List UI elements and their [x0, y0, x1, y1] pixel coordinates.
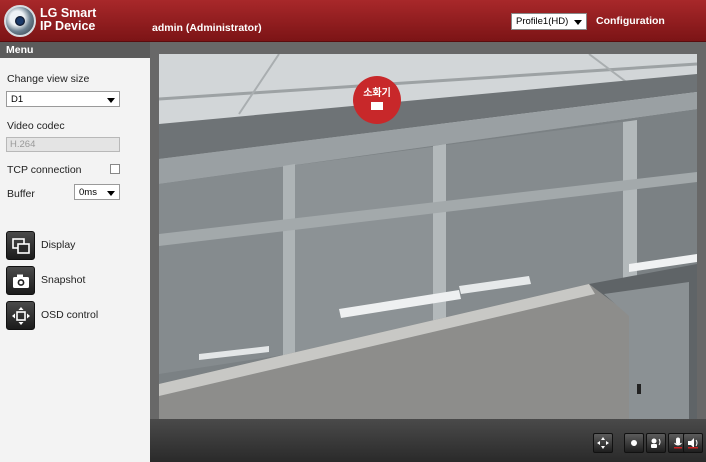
view-size-select[interactable]: D1 [6, 91, 120, 107]
buffer-select[interactable]: 0ms [74, 184, 120, 200]
speaker-button[interactable] [683, 433, 703, 453]
codec-label: Video codec [7, 120, 65, 132]
camera-scene: 소화기 [159, 54, 697, 461]
record-icon [631, 440, 637, 446]
view-size-label: Change view size [7, 73, 90, 85]
snapshot-button[interactable]: Snapshot [6, 266, 146, 296]
snapshot-label: Snapshot [41, 274, 86, 286]
video-control-bar [150, 419, 706, 462]
record-button[interactable] [624, 433, 644, 453]
speaker-icon [688, 438, 698, 449]
osd-control-label: OSD control [41, 309, 99, 321]
fullscreen-icon [597, 437, 609, 449]
buffer-value: 0ms [79, 187, 97, 198]
fullscreen-button[interactable] [593, 433, 613, 453]
tcp-checkbox[interactable] [110, 164, 120, 174]
osd-move-icon [6, 301, 35, 330]
chevron-down-icon [574, 20, 582, 25]
display-icon [6, 231, 35, 260]
menu-title: Menu [0, 42, 150, 58]
camera-logo-icon [4, 5, 36, 37]
display-button[interactable]: Display [6, 231, 146, 261]
tcp-label: TCP connection [7, 164, 82, 176]
extinguisher-sign-text: 소화기 [363, 86, 391, 99]
video-panel: 소화기 [150, 42, 706, 462]
talk-button[interactable] [646, 433, 666, 453]
user-label: admin (Administrator) [152, 22, 262, 34]
talk-icon [651, 438, 661, 448]
live-video-view[interactable]: 소화기 [159, 54, 697, 461]
view-size-value: D1 [11, 94, 24, 105]
profile-select[interactable]: Profile1(HD) [511, 13, 587, 30]
camera-icon [6, 266, 35, 295]
buffer-label: Buffer [7, 188, 35, 200]
top-header: LG Smart IP Device admin (Administrator)… [0, 0, 706, 42]
configuration-link[interactable]: Configuration [596, 15, 665, 27]
display-label: Display [41, 239, 76, 251]
sidebar: Change view size D1 Video codec H.264 TC… [0, 58, 150, 462]
profile-select-value: Profile1(HD) [516, 16, 569, 27]
brand-title: LG Smart IP Device [40, 7, 96, 33]
osd-control-button[interactable]: OSD control [6, 301, 146, 331]
chevron-down-icon [107, 191, 115, 196]
codec-field: H.264 [6, 137, 120, 152]
brand-line-2: IP Device [40, 19, 96, 33]
chevron-down-icon [107, 98, 115, 103]
